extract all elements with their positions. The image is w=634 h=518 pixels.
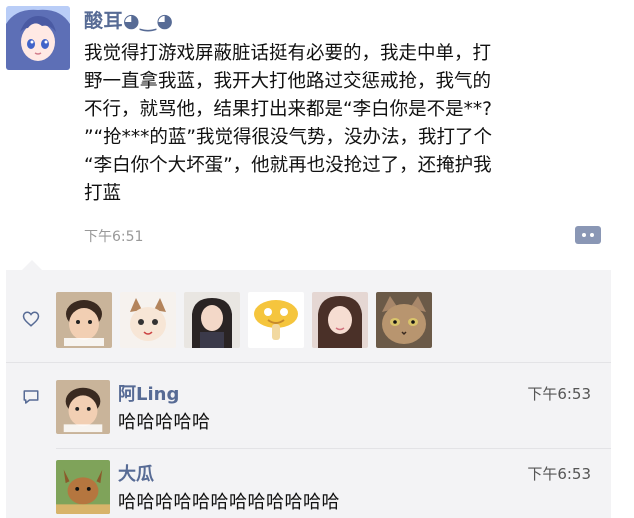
commenter-avatar[interactable] — [56, 460, 110, 514]
comment-text: 哈哈哈哈哈哈哈哈哈哈哈哈 — [118, 492, 340, 513]
liker-avatar-2[interactable] — [120, 292, 176, 348]
moments-post: 酸耳◕‿◕ 我觉得打游戏屏蔽脏话挺有必要的，我走中单，打 野一直拿我蓝，我开大打… — [0, 0, 634, 518]
commenter-avatar-image — [56, 460, 110, 514]
comment-icon — [23, 390, 39, 404]
interaction-panel: 阿Ling 下午6:53 哈哈哈哈哈 大瓜 下午6:53 哈哈哈哈哈哈哈哈哈哈哈… — [6, 270, 611, 518]
panel-caret — [22, 260, 42, 270]
commenter-avatar-image — [56, 380, 110, 434]
comment-divider — [56, 448, 611, 449]
comment-time: 下午6:53 — [527, 465, 591, 483]
liker-avatar-5[interactable] — [312, 292, 368, 348]
anime-girl-avatar-image — [6, 6, 70, 70]
author-name[interactable]: 酸耳◕‿◕ — [84, 6, 173, 33]
dot-icon — [590, 233, 594, 237]
comment-time: 下午6:53 — [527, 385, 591, 403]
liker-avatar-4[interactable] — [248, 292, 304, 348]
liker-avatar-1[interactable] — [56, 292, 112, 348]
author-avatar[interactable] — [6, 6, 70, 70]
likes-divider — [6, 362, 611, 363]
comment-text: 哈哈哈哈哈 — [118, 412, 211, 433]
post-text: 我觉得打游戏屏蔽脏话挺有必要的，我走中单，打 野一直拿我蓝，我开大打他路过交惩戒… — [84, 43, 493, 204]
heart-outline-icon — [22, 311, 40, 327]
commenter-name[interactable]: 阿Ling — [118, 380, 179, 406]
commenter-avatar[interactable] — [56, 380, 110, 434]
post-time: 下午6:51 — [84, 229, 144, 245]
likes-row — [6, 290, 611, 350]
liker-avatar-6[interactable] — [376, 292, 432, 348]
liker-avatar-3[interactable] — [184, 292, 240, 348]
dot-icon — [582, 233, 586, 237]
more-actions-button[interactable] — [575, 226, 601, 244]
commenter-name[interactable]: 大瓜 — [118, 460, 154, 486]
